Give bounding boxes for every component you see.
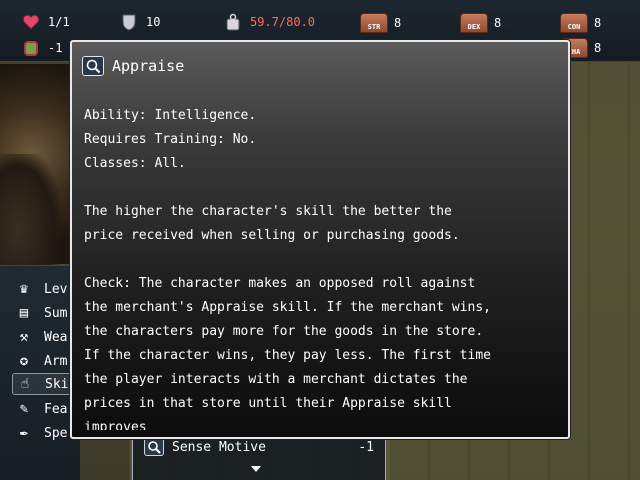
hp-value: 1/1 (48, 15, 70, 29)
character-portrait (0, 64, 80, 304)
menu-item-armor[interactable]: ✪ Arm (12, 350, 68, 372)
skill-value: -1 (358, 439, 374, 455)
weight-value: 59.7/80.0 (250, 15, 316, 29)
menu-item-label: Lev (44, 281, 68, 297)
popup-line: the merchant's Appraise skill. If the me… (84, 300, 491, 315)
attr-con: CON 8 (560, 13, 601, 33)
popup-line: Ability: Intelligence. (84, 108, 257, 123)
popup-line: If the character wins, they pay less. Th… (84, 348, 491, 363)
skill-row-sense-motive[interactable]: Sense Motive -1 (144, 437, 374, 457)
shield-icon: ✪ (19, 353, 29, 369)
cha-value: 8 (594, 41, 602, 55)
popup-line (84, 176, 560, 200)
character-menu: ♛ Lev ▤ Sum ⚒ Wea ✪ Arm ☝ Ski ✎ Fea ✒ Sp… (0, 265, 80, 480)
con-value: 8 (594, 16, 602, 30)
scroll-icon: ▤ (19, 305, 29, 321)
axe-icon: ⚒ (19, 329, 29, 345)
menu-item-label: Sum (44, 305, 68, 321)
popup-line: Requires Training: No. (84, 132, 257, 147)
heart-icon (22, 13, 40, 31)
menu-item-label: Arm (44, 353, 68, 369)
popup-line: prices in that store until their Apprais… (84, 396, 452, 411)
popup-line: improves (84, 420, 147, 430)
skill-icon: ☝ (20, 376, 30, 392)
menu-item-label: Ski (45, 376, 69, 392)
con-badge-icon: CON (560, 13, 588, 33)
menu-item-spells[interactable]: ✒ Spe (12, 422, 68, 444)
skill-name: Sense Motive (172, 439, 266, 455)
gold-stat: -1 (22, 38, 62, 58)
popup-line: Check: The character makes an opposed ro… (84, 276, 476, 291)
feather-icon: ✎ (19, 401, 29, 417)
ac-stat: 10 (120, 12, 160, 32)
popup-line: The higher the character's skill the bet… (84, 204, 452, 219)
popup-line: the player interacts with a merchant dic… (84, 372, 468, 387)
ac-value: 10 (146, 15, 161, 29)
popup-line: Classes: All. (84, 156, 186, 171)
menu-item-label: Spe (44, 425, 68, 441)
weight-icon (224, 13, 242, 31)
magnifier-icon (82, 56, 104, 76)
popup-title: Appraise (112, 57, 185, 75)
dex-badge-icon: DEX (460, 13, 488, 33)
spell-icon: ✒ (19, 425, 29, 441)
menu-item-feats[interactable]: ✎ Fea (12, 398, 68, 420)
menu-item-level[interactable]: ♛ Lev (12, 278, 68, 300)
gold-value: -1 (48, 41, 63, 55)
menu-item-summary[interactable]: ▤ Sum (12, 302, 68, 324)
popup-line (84, 248, 560, 272)
skill-description-popup: Appraise Ability: Intelligence. Requires… (70, 40, 570, 439)
popup-line: price received when selling or purchasin… (84, 228, 460, 243)
menu-item-weapons[interactable]: ⚒ Wea (12, 326, 68, 348)
scroll-down-arrow-icon[interactable] (251, 466, 261, 472)
attr-dex: DEX 8 (460, 13, 501, 33)
popup-description: Ability: Intelligence. Requires Training… (84, 104, 560, 430)
weight-stat: 59.7/80.0 (224, 12, 315, 32)
dex-value: 8 (494, 16, 502, 30)
popup-header: Appraise (82, 54, 184, 78)
menu-item-skills[interactable]: ☝ Ski (12, 373, 76, 395)
armor-shield-icon (120, 13, 138, 31)
hp-stat: 1/1 (22, 12, 70, 32)
str-value: 8 (394, 16, 402, 30)
menu-item-label: Wea (44, 329, 68, 345)
attr-str: STR 8 (360, 13, 401, 33)
magnifier-icon (144, 438, 164, 456)
popup-line: the characters pay more for the goods in… (84, 324, 484, 339)
menu-item-label: Fea (44, 401, 68, 417)
str-badge-icon: STR (360, 13, 388, 33)
pouch-icon (22, 39, 40, 57)
crown-icon: ♛ (19, 281, 29, 297)
